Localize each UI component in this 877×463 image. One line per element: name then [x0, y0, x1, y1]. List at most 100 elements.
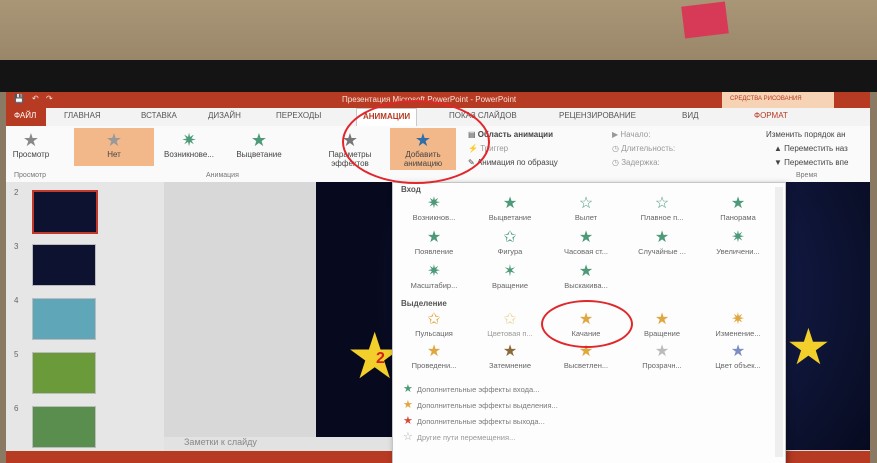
- slide-thumbnail[interactable]: [32, 406, 96, 448]
- slide-thumbnail[interactable]: [32, 298, 96, 340]
- more-motion-paths[interactable]: ☆ Другие пути перемещения...: [403, 427, 515, 447]
- delay-field[interactable]: ◷ Задержка:: [612, 158, 660, 167]
- zoom-icon: ✷: [427, 263, 441, 280]
- redo-icon[interactable]: ↷: [46, 94, 53, 103]
- preview-button[interactable]: ★ Просмотр: [10, 130, 52, 159]
- effect-shape[interactable]: ✩ Фигура: [473, 229, 547, 256]
- tab-insert[interactable]: ВСТАВКА: [141, 111, 177, 120]
- annotation-circle-animations-tab: [342, 100, 490, 184]
- effect-label: Панорама: [720, 213, 756, 222]
- group-label-preview: Просмотр: [14, 172, 46, 179]
- preview-label: Просмотр: [12, 150, 50, 159]
- effect-label: Вращение: [643, 329, 681, 338]
- effect-label: Проведени...: [411, 361, 457, 370]
- tab-home[interactable]: ГЛАВНАЯ: [64, 111, 101, 120]
- arrow-up-icon: ▲: [774, 144, 785, 153]
- transparency-icon: ★: [654, 343, 670, 360]
- darken-icon: ★: [502, 343, 518, 360]
- tab-review[interactable]: РЕЦЕНЗИРОВАНИЕ: [559, 111, 636, 120]
- effect-fly-in[interactable]: ☆ Вылет: [549, 195, 623, 222]
- effect-pulse[interactable]: ✩ Пульсация: [397, 311, 471, 338]
- effect-random-bars[interactable]: ★ Случайные ...: [625, 229, 699, 256]
- effect-float-in[interactable]: ☆ Плавное п...: [625, 195, 699, 222]
- emphasis-section-header: Выделение: [401, 299, 447, 308]
- grow-icon: ✷: [731, 229, 745, 246]
- quick-access-save-icon[interactable]: 💾: [14, 94, 24, 103]
- gallery-scrollbar[interactable]: [775, 187, 783, 457]
- effect-swivel[interactable]: ✶ Вращение: [473, 263, 547, 290]
- desaturate-icon: ★: [426, 343, 442, 360]
- appear-label: Возникнове...: [164, 150, 214, 159]
- slide-thumbnail[interactable]: [32, 190, 98, 234]
- effect-label: Пульсация: [415, 329, 453, 338]
- start-label: Начало:: [620, 130, 651, 139]
- effect-darken[interactable]: ★ Затемнение: [473, 343, 547, 370]
- animation-none[interactable]: ★ Нет: [74, 128, 154, 166]
- start-field[interactable]: ▶ Начало:: [612, 130, 650, 139]
- more-label: Другие пути перемещения...: [416, 433, 516, 442]
- wheel-icon: ★: [578, 229, 594, 246]
- sticky-note: [681, 1, 729, 39]
- effect-desaturate[interactable]: ★ Проведени...: [397, 343, 471, 370]
- animation-fade[interactable]: ★ Выцветание: [226, 130, 292, 159]
- effect-grow-shrink[interactable]: ✷ Изменение...: [701, 311, 775, 338]
- move-later-label: Переместить впе: [784, 158, 849, 167]
- monitor-bezel: [0, 60, 877, 92]
- move-later-button[interactable]: ▼ Переместить впе: [774, 158, 848, 167]
- panorama-icon: ★: [730, 195, 746, 212]
- animation-appear[interactable]: ✷ Возникнове...: [156, 130, 222, 159]
- effect-fade[interactable]: ★ Выцветание: [473, 195, 547, 222]
- effect-spin[interactable]: ★ Вращение: [625, 311, 699, 338]
- color-pulse-icon: ✩: [503, 311, 517, 328]
- effect-label: Высветлен...: [563, 361, 609, 370]
- effect-wheel[interactable]: ★ Часовая ст...: [549, 229, 623, 256]
- duration-label: Длительность:: [621, 144, 676, 153]
- slide-number: 5: [14, 350, 19, 359]
- appear-icon: ✷: [427, 195, 441, 212]
- effect-panorama[interactable]: ★ Панорама: [701, 195, 775, 222]
- slide-thumbnails-pane: 2 3 4 5 6: [6, 182, 164, 463]
- effect-label: Изменение...: [715, 329, 761, 338]
- effect-label: Увеличени...: [716, 247, 760, 256]
- grow-shrink-icon: ✷: [731, 311, 745, 328]
- effect-label: Масштабир...: [410, 281, 458, 290]
- appearance-icon: ★: [426, 229, 442, 246]
- effect-appear[interactable]: ✷ Возникнов...: [397, 195, 471, 222]
- slide-thumbnail[interactable]: [32, 352, 96, 394]
- tab-format[interactable]: ФОРМАТ: [754, 111, 788, 120]
- tab-file[interactable]: ФАЙЛ: [6, 108, 46, 126]
- delay-label: Задержка:: [621, 158, 660, 167]
- annotation-circle-teeter: [541, 300, 633, 348]
- effect-appearance[interactable]: ★ Появление: [397, 229, 471, 256]
- reorder-header: Изменить порядок ан: [766, 130, 846, 139]
- effect-bounce[interactable]: ★ Выскакива...: [549, 263, 623, 290]
- star-shape[interactable]: ★: [786, 322, 831, 372]
- undo-icon[interactable]: ↶: [32, 94, 39, 103]
- pulse-icon: ✩: [427, 311, 441, 328]
- notes-label: Заметки к слайду: [184, 437, 257, 447]
- effect-zoom[interactable]: ✷ Масштабир...: [397, 263, 471, 290]
- effect-color-pulse[interactable]: ✩ Цветовая п...: [473, 311, 547, 338]
- slide-thumbnail[interactable]: [32, 244, 96, 286]
- fly-in-icon: ☆: [578, 195, 594, 212]
- powerpoint-window: 💾 ↶ ↷ Презентация Microsoft PowerPoint -…: [6, 92, 870, 463]
- none-star-icon: ★: [105, 130, 123, 150]
- tab-transitions[interactable]: ПЕРЕХОДЫ: [276, 111, 321, 120]
- bounce-icon: ★: [578, 263, 594, 280]
- slide-number: 4: [14, 296, 19, 305]
- object-color-icon: ★: [730, 343, 746, 360]
- more-label: Дополнительные эффекты входа...: [416, 385, 540, 394]
- spin-icon: ★: [654, 311, 670, 328]
- effect-object-color[interactable]: ★ Цвет объек...: [701, 343, 775, 370]
- more-label: Дополнительные эффекты выхода...: [416, 417, 545, 426]
- duration-field[interactable]: ◷ Длительность:: [612, 144, 675, 153]
- effect-label: Затемнение: [488, 361, 532, 370]
- move-earlier-button[interactable]: ▲ Переместить наз: [774, 144, 848, 153]
- effect-grow[interactable]: ✷ Увеличени...: [701, 229, 775, 256]
- tab-view[interactable]: ВИД: [682, 111, 699, 120]
- group-label-animation: Анимация: [206, 172, 239, 179]
- tab-design[interactable]: ДИЗАЙН: [208, 111, 241, 120]
- effect-label: Плавное п...: [640, 213, 684, 222]
- arrow-down-icon: ▼: [774, 158, 785, 167]
- effect-transparency[interactable]: ★ Прозрачн...: [625, 343, 699, 370]
